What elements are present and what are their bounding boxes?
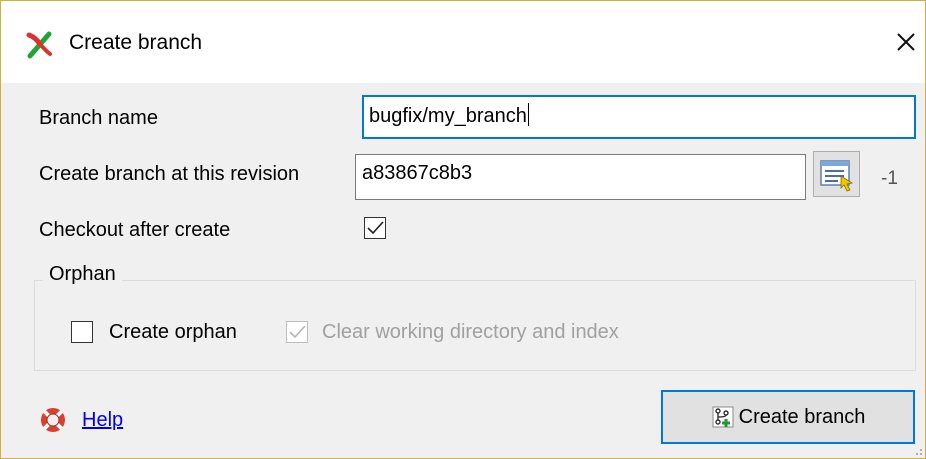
create-branch-button-label: Create branch <box>738 405 866 428</box>
checkout-checkbox[interactable] <box>364 217 386 239</box>
checkmark-icon <box>289 325 306 339</box>
revision-picker-button[interactable] <box>813 151 860 197</box>
title-bar[interactable]: Create branch <box>1 1 925 83</box>
resize-grip-icon[interactable] <box>913 446 923 456</box>
create-branch-button[interactable]: Create branch <box>661 390 915 444</box>
branch-name-label: Branch name <box>39 107 158 129</box>
revision-input[interactable]: a83867c8b3 <box>355 154 806 200</box>
revision-count: -1 <box>881 168 898 189</box>
text-caret <box>527 103 529 126</box>
create-orphan-checkbox[interactable] <box>71 321 93 343</box>
checkmark-icon <box>367 221 384 235</box>
clear-working-directory-checkbox <box>286 321 308 343</box>
orphan-group-title: Orphan <box>43 263 122 286</box>
clear-working-directory-label: Clear working directory and index <box>322 321 619 343</box>
revision-label: Create branch at this revision <box>39 163 300 185</box>
git-branch-icon <box>26 31 52 59</box>
create-orphan-label: Create orphan <box>109 321 237 343</box>
window-title: Create branch <box>69 31 203 54</box>
branch-name-value: bugfix/my_branch <box>369 105 527 127</box>
revision-value: a83867c8b3 <box>362 162 473 184</box>
lifebuoy-icon <box>41 408 65 432</box>
create-branch-icon <box>712 406 734 428</box>
help-link[interactable]: Help <box>82 409 123 432</box>
revision-picker-icon <box>820 160 854 192</box>
close-icon[interactable] <box>889 25 923 59</box>
branch-name-input[interactable]: bugfix/my_branch <box>362 95 916 139</box>
create-branch-dialog: Create branch Branch name bugfix/my_bran… <box>0 0 926 459</box>
checkout-label: Checkout after create <box>39 219 231 241</box>
